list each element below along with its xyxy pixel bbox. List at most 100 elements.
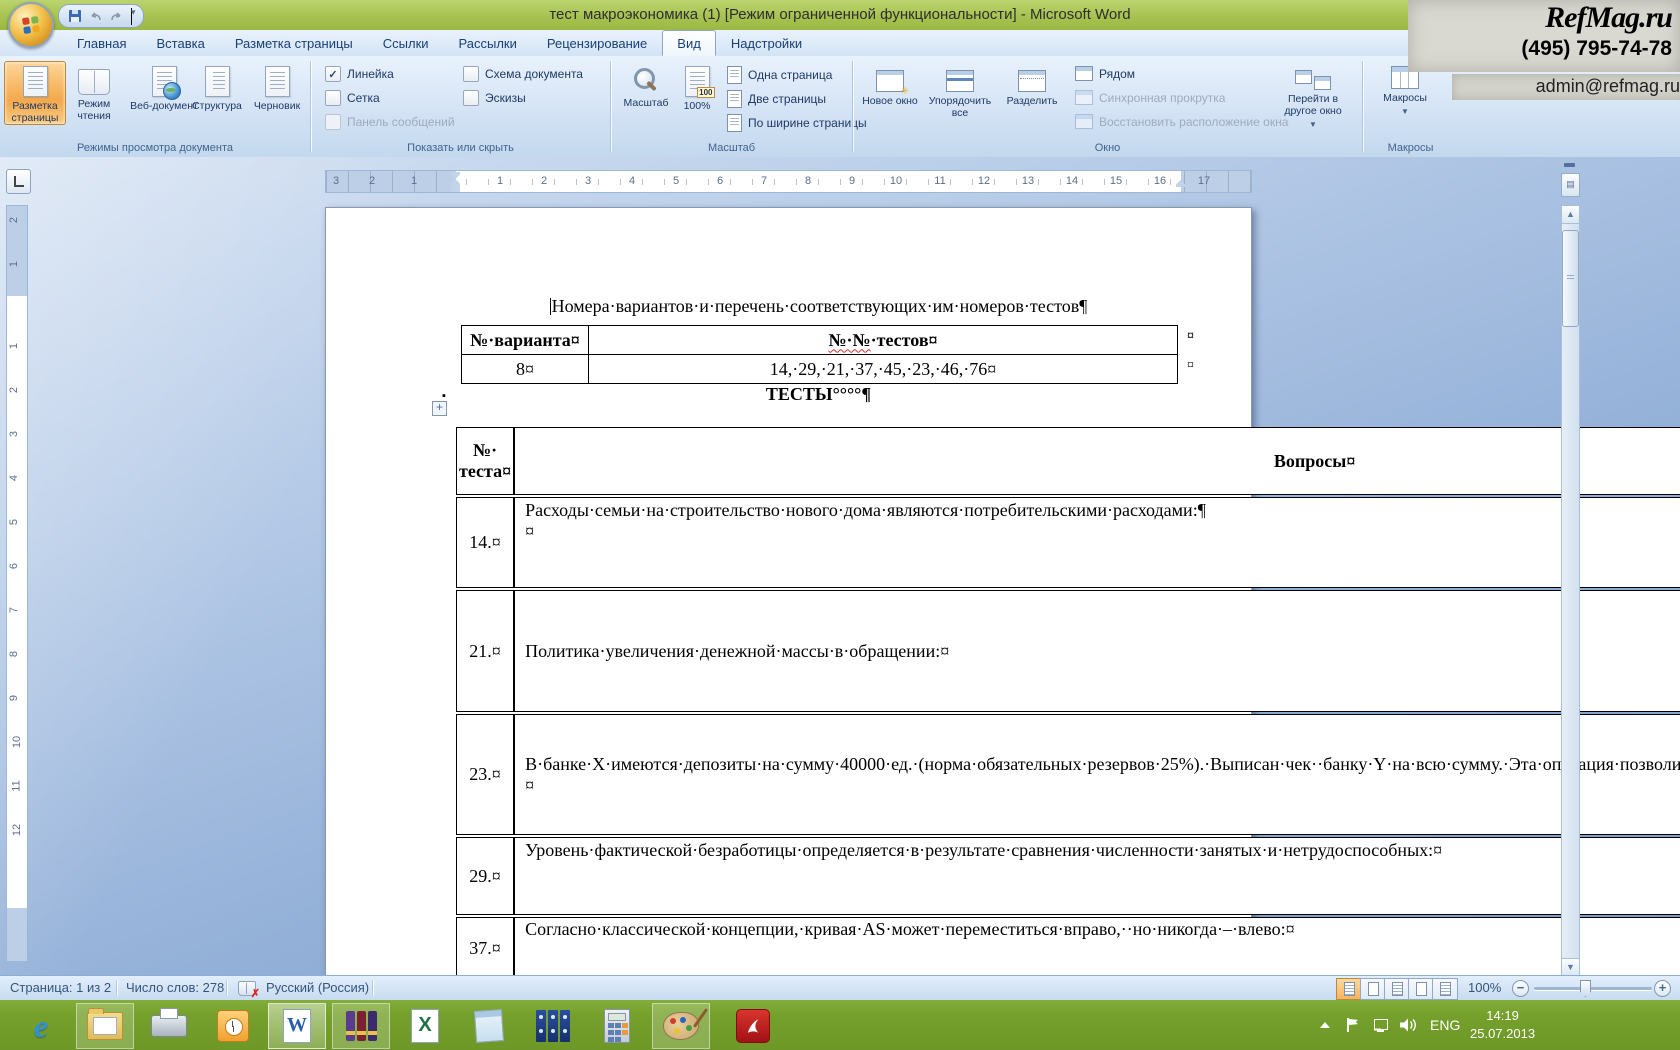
ruler-checkbox[interactable]: ✓ Линейка: [325, 66, 394, 82]
tab-mailings[interactable]: Рассылки: [444, 30, 532, 56]
draft-view-button[interactable]: [1432, 978, 1458, 1000]
ruler-number: 9: [8, 695, 20, 701]
test-row-14: 14.¤ Расходы·семьи·на·строительство·ново…: [456, 497, 1680, 588]
document-map-checkbox[interactable]: Схема документа: [463, 66, 583, 82]
tab-references[interactable]: Ссылки: [368, 30, 444, 56]
tray-clock[interactable]: 14:19 25.07.2013: [1470, 1000, 1535, 1050]
word-count[interactable]: Число слов: 278: [126, 976, 224, 1000]
zoom-slider-track[interactable]: [1534, 987, 1652, 990]
taskbar-adobe-reader[interactable]: [724, 1003, 782, 1049]
new-window-icon: [876, 70, 904, 92]
arrange-all-button[interactable]: Упорядочить все: [921, 61, 999, 119]
split-button[interactable]: Разделить: [1001, 61, 1063, 107]
thumbnails-checkbox[interactable]: Эскизы: [463, 90, 526, 106]
question-cell[interactable]: Уровень·фактической·безработицы·определя…: [514, 837, 1680, 915]
taskbar-scanner[interactable]: [140, 1003, 198, 1049]
two-pages-button[interactable]: Две страницы: [727, 90, 826, 108]
tab-addins[interactable]: Надстройки: [716, 30, 817, 56]
taskbar-internet-explorer[interactable]: e: [12, 1003, 70, 1049]
proofing-error-icon[interactable]: [238, 981, 256, 996]
zoom-level[interactable]: 100%: [1468, 976, 1501, 1000]
scrollbar-thumb[interactable]: [1562, 230, 1579, 327]
ruler-number: 13: [1022, 175, 1034, 187]
reading-view-button[interactable]: [1360, 978, 1386, 1000]
test-number-cell[interactable]: 21.¤: [456, 590, 514, 712]
horizontal-ruler[interactable]: 3 2 1 1 2 3 4 5 6 7 8 9 10 11 12 13 14 1…: [325, 170, 1252, 193]
switch-windows-button[interactable]: Перейти в другое окно ▼: [1271, 61, 1355, 129]
tray-network[interactable]: [1372, 1000, 1388, 1050]
view-side-by-side-button[interactable]: Рядом: [1075, 66, 1135, 81]
tab-review[interactable]: Рецензирование: [532, 30, 662, 56]
scroll-down-button[interactable]: ▼: [1562, 958, 1579, 976]
test-number-cell[interactable]: 29.¤: [456, 837, 514, 915]
undo-icon[interactable]: [89, 11, 102, 22]
ruler-toggle-button[interactable]: ▤: [1561, 173, 1580, 197]
zoom-out-button[interactable]: −: [1512, 980, 1529, 997]
ruler-number: 1: [497, 175, 503, 187]
print-layout-view-button[interactable]: [1336, 978, 1362, 1000]
variant-number-cell[interactable]: 8¤: [462, 355, 589, 384]
outline-view-button[interactable]: Структура: [188, 61, 246, 112]
draft-view-button[interactable]: Черновик: [248, 61, 306, 112]
table-row: 8¤ 14,·29,·21,·37,·45,·23,·46,·76¤ ¤: [462, 355, 1178, 384]
test-number-cell[interactable]: 14.¤: [456, 497, 514, 588]
question-cell[interactable]: Политика·увеличения·денежной·массы·в·обр…: [514, 590, 1680, 712]
test-number-cell[interactable]: 23.¤: [456, 714, 514, 835]
web-view-button[interactable]: [1384, 978, 1410, 1000]
scroll-up-button[interactable]: ▲: [1562, 206, 1579, 224]
tab-view[interactable]: Вид: [662, 30, 716, 56]
tests-numbers-header-cell[interactable]: №·№·тестов¤ ¤: [589, 326, 1178, 355]
redo-icon[interactable]: [110, 11, 123, 22]
tests-numbers-cell[interactable]: 14,·29,·21,·37,·45,·23,·46,·76¤ ¤: [589, 355, 1178, 384]
col-header-num[interactable]: №· теста¤: [456, 427, 514, 495]
taskbar-excel[interactable]: X: [396, 1003, 454, 1049]
vertical-ruler[interactable]: 2 1 1 2 3 4 5 6 7 8 9 10 11 12: [6, 205, 28, 962]
tab-page-layout[interactable]: Разметка страницы: [220, 30, 368, 56]
taskbar-notes[interactable]: [460, 1003, 518, 1049]
ruler-number: 8: [8, 651, 20, 657]
question-cell[interactable]: В·банке·X·имеются·депозиты·на·сумму·4000…: [514, 714, 1680, 835]
col-header-questions[interactable]: Вопросы¤: [514, 427, 1680, 495]
tray-volume[interactable]: [1398, 1000, 1418, 1050]
tab-stop-selector[interactable]: [6, 169, 31, 194]
table-move-handle-icon[interactable]: +: [432, 401, 447, 416]
tray-action-center[interactable]: [1346, 1000, 1358, 1050]
zoom-button[interactable]: Масштаб: [617, 61, 675, 109]
tray-show-hidden-button[interactable]: [1320, 1000, 1330, 1050]
taskbar-paint[interactable]: [652, 1003, 710, 1049]
page-width-button[interactable]: По ширине страницы: [727, 114, 867, 132]
qat-customize-icon[interactable]: ▾: [131, 8, 132, 25]
test-number-cell[interactable]: 37.¤: [456, 917, 514, 979]
split-handle[interactable]: [1564, 163, 1575, 167]
taskbar-library[interactable]: [524, 1003, 582, 1049]
zoom-in-button[interactable]: +: [1654, 980, 1671, 997]
variants-header-cell[interactable]: №·варианта¤: [462, 326, 589, 355]
taskbar-winrar[interactable]: [332, 1003, 390, 1049]
draft-view-icon: [265, 66, 290, 97]
office-button[interactable]: [8, 2, 54, 48]
reading-mode-button[interactable]: Режим чтения: [66, 61, 122, 122]
dropdown-arrow-icon: ▼: [1401, 107, 1409, 116]
taskbar-file-explorer[interactable]: [76, 1003, 134, 1049]
zoom-100-button[interactable]: 100 100%: [675, 61, 719, 112]
zoom-slider-thumb[interactable]: [1580, 980, 1591, 997]
tab-home[interactable]: Главная: [62, 30, 141, 56]
page-indicator[interactable]: Страница: 1 из 2: [10, 976, 111, 1000]
tab-insert[interactable]: Вставка: [141, 30, 219, 56]
one-page-button[interactable]: Одна страница: [727, 66, 832, 84]
outline-view-button[interactable]: [1408, 978, 1434, 1000]
print-layout-button[interactable]: Разметка страницы: [4, 61, 66, 125]
question-cell[interactable]: Согласно·классической·концепции,·кривая·…: [514, 917, 1680, 979]
tray-language[interactable]: ENG: [1430, 1000, 1460, 1050]
document-page[interactable]: Номера·вариантов·и·перечень·соответствую…: [325, 207, 1252, 977]
taskbar-calculator[interactable]: [588, 1003, 646, 1049]
question-cell[interactable]: Расходы·семьи·на·строительство·нового·до…: [514, 497, 1680, 588]
gridlines-checkbox[interactable]: Сетка: [325, 90, 380, 106]
taskbar-word-active[interactable]: W: [268, 1003, 326, 1049]
taskbar-outlook[interactable]: [204, 1003, 262, 1049]
language-indicator[interactable]: Русский (Россия): [266, 976, 369, 1000]
new-window-button[interactable]: Новое окно: [861, 61, 919, 107]
left-indent-marker[interactable]: [451, 186, 460, 192]
vertical-scrollbar[interactable]: ▲ ▼: [1561, 205, 1580, 977]
save-icon[interactable]: [69, 10, 81, 22]
